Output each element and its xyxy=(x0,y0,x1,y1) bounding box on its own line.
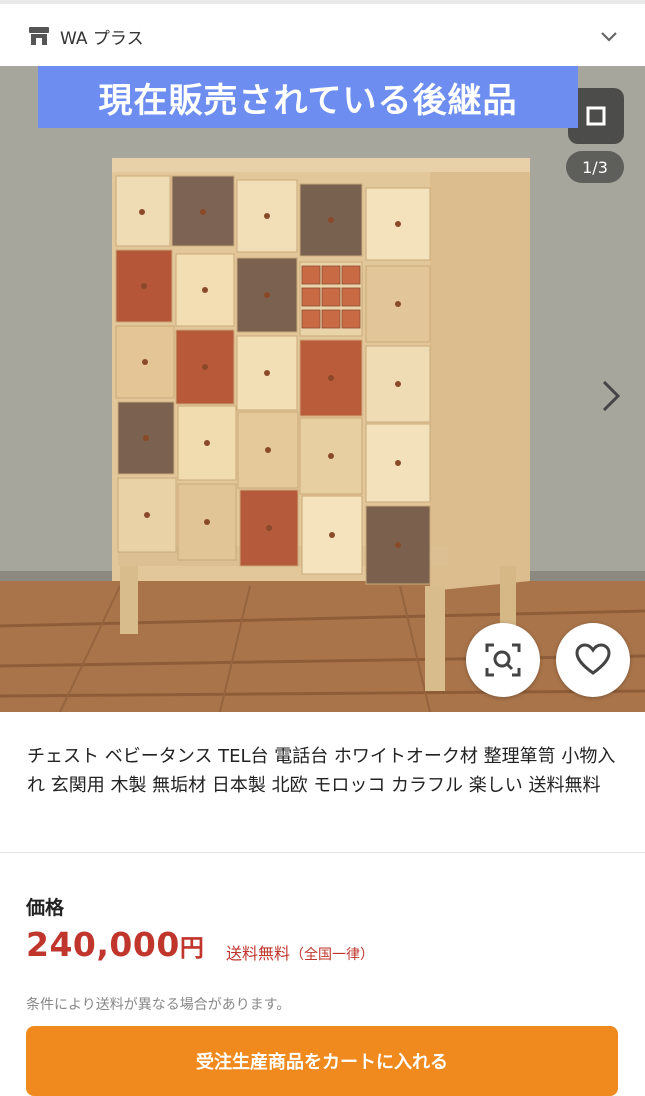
shop-header[interactable]: WA プラス xyxy=(0,4,645,66)
image-caption-banner: 現在販売されている後継品 xyxy=(38,66,578,128)
shipping-label: 送料無料 xyxy=(226,944,291,963)
product-image[interactable] xyxy=(0,66,645,712)
shipping-condition-note: 条件により送料が異なる場合があります。 xyxy=(26,997,291,1013)
heart-icon xyxy=(575,643,611,675)
price: 240,000円 xyxy=(26,925,204,964)
price-label: 価格 xyxy=(26,897,65,919)
add-to-cart-label: 受注生産商品をカートに入れる xyxy=(196,1052,448,1073)
shipping-note: （全国一律） xyxy=(290,947,375,963)
chevron-down-icon[interactable] xyxy=(599,26,619,46)
chevron-right-icon[interactable] xyxy=(596,376,626,416)
product-title: チェスト ベビータンス TEL台 電話台 ホワイトオーク材 整理箪笥 小物入れ … xyxy=(27,746,616,796)
shop-name[interactable]: WA プラス xyxy=(60,24,144,49)
shop-icon xyxy=(29,27,49,45)
price-amount: 240,000 xyxy=(26,925,180,964)
price-currency: 円 xyxy=(179,934,205,962)
product-photo xyxy=(0,66,645,712)
add-to-cart-button[interactable]: 受注生産商品をカートに入れる xyxy=(26,1026,618,1096)
image-search-icon xyxy=(485,643,521,677)
section-divider xyxy=(0,852,645,853)
sticky-gap xyxy=(0,1012,645,1026)
favorite-button[interactable] xyxy=(556,623,630,697)
image-counter: 1/3 xyxy=(566,151,624,183)
shipping-info: 送料無料（全国一律） xyxy=(226,940,374,964)
image-search-button[interactable] xyxy=(466,623,540,697)
